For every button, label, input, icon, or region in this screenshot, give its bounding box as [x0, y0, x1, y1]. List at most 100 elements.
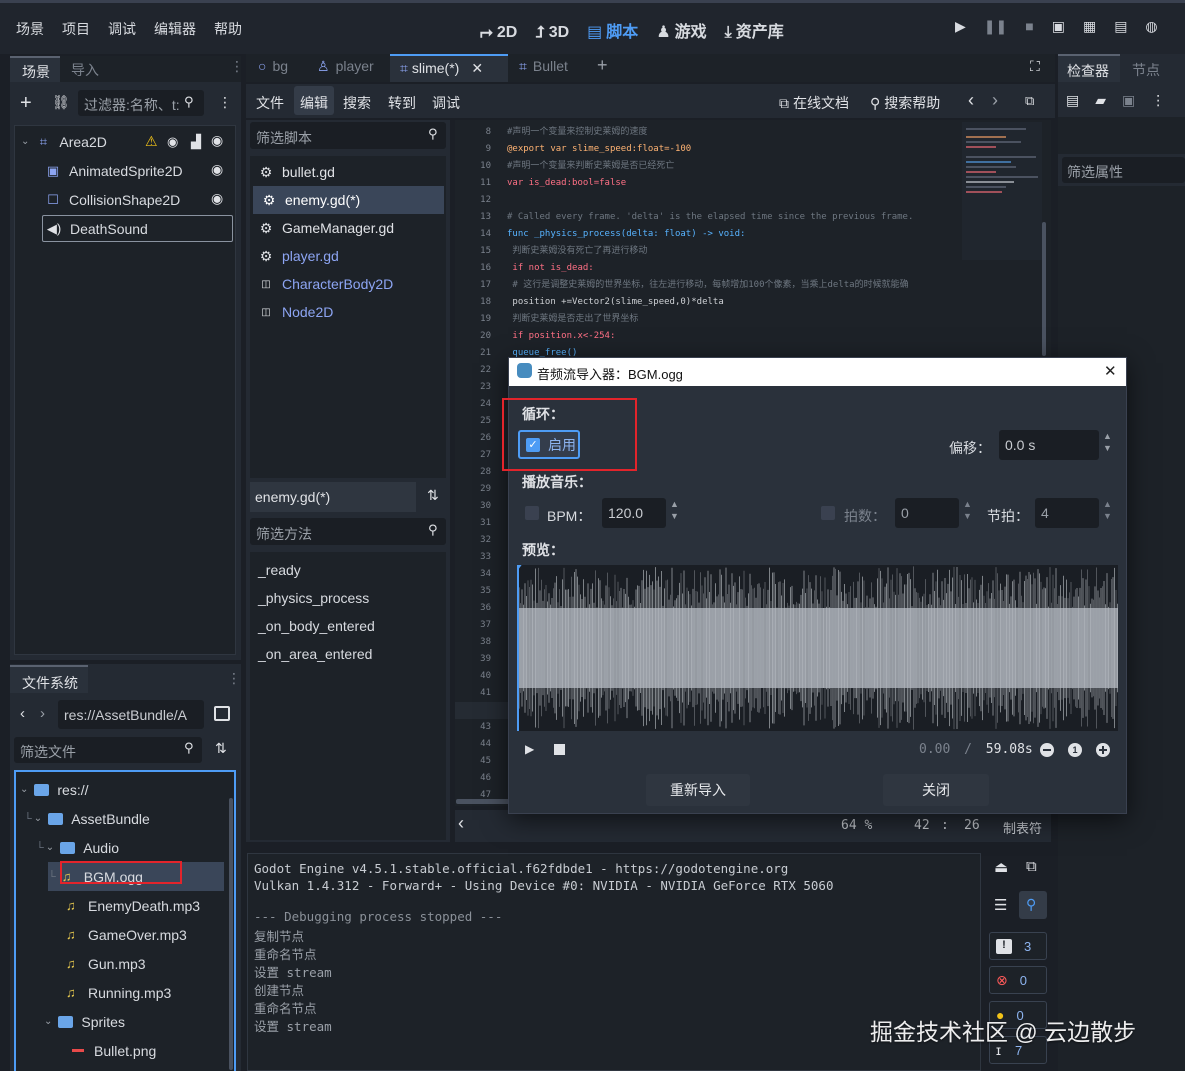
menu-editor[interactable]: 编辑器 — [154, 21, 196, 37]
clear-log-icon[interactable]: ⏏ — [994, 858, 1008, 876]
script-menu-debug[interactable]: 调试 — [432, 93, 460, 113]
method-physics-process[interactable]: _physics_process — [258, 590, 369, 606]
script-menu-file[interactable]: 文件 — [256, 93, 284, 113]
editor-tab-slime[interactable]: ⌗ slime(*) ✕ — [390, 54, 508, 82]
tab-scene[interactable]: 场景 — [10, 56, 60, 82]
sort-icon[interactable]: ⇅ — [427, 487, 439, 504]
tab-game[interactable]: ♟ 游戏 — [656, 18, 706, 42]
make-floating-icon[interactable]: ⧉ — [1025, 93, 1034, 109]
tree-node-animatedsprite2d[interactable]: ▣ AnimatedSprite2D ◉ — [15, 156, 235, 185]
editor-tab-bullet[interactable]: ⌗ Bullet — [519, 58, 568, 75]
script-menu-search[interactable]: 搜索 — [343, 93, 371, 113]
indent-mode[interactable]: 制表符 — [1003, 818, 1042, 837]
zoom-reset-icon[interactable]: 1 — [1068, 743, 1082, 757]
tab-assetlib[interactable]: ⤓ 资产库 — [725, 18, 784, 42]
zoom-in-icon[interactable] — [1096, 743, 1110, 757]
script-item-node2d[interactable]: ◫ Node2D — [250, 298, 446, 326]
waveform-preview[interactable] — [517, 565, 1118, 731]
reimport-button[interactable]: 重新导入 — [646, 774, 750, 806]
script-attached-icon[interactable]: ▟ — [191, 134, 201, 150]
scene-menu-icon[interactable]: ⋮ — [218, 94, 232, 111]
file-item-running[interactable]: ♫ Running.mp3 — [66, 978, 171, 1007]
beats-spinbox[interactable]: 0 — [895, 498, 959, 528]
collapse-arrow-icon[interactable]: ⌄ — [44, 1016, 52, 1027]
editor-tab-bg[interactable]: ○ bg — [258, 58, 288, 74]
script-menu-edit[interactable]: 编辑 — [294, 86, 334, 115]
zoom-level[interactable]: 64 % — [841, 818, 872, 833]
collapse-arrow-icon[interactable]: ⌄ — [21, 136, 29, 147]
playhead-marker[interactable] — [517, 565, 519, 731]
offset-spinbox[interactable]: 0.0 s — [999, 430, 1099, 460]
close-icon[interactable]: ✕ — [1104, 362, 1117, 380]
close-button[interactable]: 关闭 — [883, 774, 989, 806]
menu-scene[interactable]: 场景 — [16, 21, 44, 37]
error-count-button[interactable]: ⊗ 0 — [989, 966, 1047, 994]
tab-2d[interactable]: ⮣ 2D — [480, 24, 517, 42]
bar-spinbox[interactable]: 4 — [1035, 498, 1099, 528]
file-item-sprites[interactable]: ⌄ Sprites — [44, 1007, 125, 1036]
tab-import[interactable]: 导入 — [71, 60, 99, 80]
inspector-menu-icon[interactable]: ⋮ — [1151, 92, 1165, 109]
collapse-arrow-icon[interactable]: ⌄ — [46, 842, 54, 853]
code-scrollbar[interactable] — [1042, 222, 1046, 356]
filter-log-icon[interactable]: ⚲ — [1019, 891, 1047, 919]
method-on-area-entered[interactable]: _on_area_entered — [258, 646, 372, 662]
script-item-gamemanager[interactable]: ⚙ GameManager.gd — [250, 214, 446, 242]
file-item-enemydeath[interactable]: ♫ EnemyDeath.mp3 — [66, 891, 200, 920]
open-folder-icon[interactable]: ▰ — [1095, 92, 1106, 109]
bpm-checkbox[interactable] — [525, 506, 539, 520]
file-item-audio[interactable]: └ ⌄ Audio — [36, 833, 119, 862]
spin-arrows-icon[interactable]: ▲ ▼ — [963, 498, 972, 522]
script-item-characterbody2d[interactable]: ◫ CharacterBody2D — [250, 270, 446, 298]
collapse-arrow-icon[interactable]: ⌄ — [34, 813, 42, 824]
link-icon[interactable]: ⛓ — [52, 94, 70, 111]
path-input[interactable]: res://AssetBundle/A — [58, 700, 204, 729]
forward-icon[interactable]: › — [40, 705, 45, 722]
script-menu-goto[interactable]: 转到 — [388, 93, 416, 113]
tab-script[interactable]: ▤ 脚本 — [587, 18, 638, 42]
fs-menu-icon[interactable]: ⋮ — [227, 670, 241, 687]
script-item-enemy[interactable]: ⚙ enemy.gd(*) — [253, 186, 444, 214]
remote-icon[interactable]: ▣ — [1052, 18, 1065, 35]
dialog-title-bar[interactable]: 音频流导入器：BGM.ogg ✕ — [509, 358, 1126, 386]
dock-menu-icon[interactable]: ⋮ — [230, 58, 244, 75]
visibility-icon[interactable]: ◉ — [211, 191, 225, 205]
play-custom-icon[interactable]: ▤ — [1114, 18, 1127, 35]
play-scene-icon[interactable]: ▦ — [1083, 18, 1096, 35]
stop-icon[interactable]: ■ — [1025, 18, 1033, 35]
tab-inspector[interactable]: 检查器 — [1058, 54, 1120, 82]
method-filter-input[interactable]: 筛选方法 — [250, 518, 446, 545]
split-view-icon[interactable] — [214, 706, 230, 721]
visibility-icon[interactable]: ◉ — [211, 162, 225, 176]
movie-icon[interactable]: ◍ — [1145, 18, 1157, 35]
sort-icon[interactable]: ⇅ — [215, 740, 227, 757]
toggle-list-icon[interactable]: ‹ — [458, 813, 464, 834]
bpm-spinbox[interactable]: 120.0 — [602, 498, 666, 528]
preview-play-icon[interactable]: ▶ — [525, 742, 534, 756]
back-icon[interactable]: ‹ — [20, 705, 25, 722]
tree-node-deathsound[interactable]: ◀) DeathSound — [42, 215, 233, 242]
warning-icon[interactable]: ⚠ — [145, 133, 158, 150]
preview-stop-icon[interactable] — [554, 744, 565, 755]
file-item-res[interactable]: ⌄ res:// — [20, 775, 89, 804]
script-item-player[interactable]: ⚙ player.gd — [250, 242, 446, 270]
play-icon[interactable]: ▶ — [955, 18, 966, 35]
menu-help[interactable]: 帮助 — [214, 21, 242, 37]
signal-icon[interactable]: ◉ — [167, 134, 178, 150]
file-item-assetbundle[interactable]: └ ⌄ AssetBundle — [24, 804, 150, 833]
collapse-arrow-icon[interactable]: ⌄ — [20, 784, 28, 795]
editor-tab-player[interactable]: ♙ player — [317, 58, 374, 75]
new-resource-icon[interactable]: ▤ — [1066, 92, 1079, 109]
script-filter-input[interactable]: 筛选脚本 — [250, 122, 446, 149]
file-tree-scrollbar[interactable] — [229, 798, 233, 1070]
file-item-gameover[interactable]: ♫ GameOver.mp3 — [66, 920, 187, 949]
code-minimap[interactable] — [962, 122, 1042, 260]
method-ready[interactable]: _ready — [258, 562, 301, 578]
tree-node-collisionshape2d[interactable]: ☐ CollisionShape2D ◉ — [15, 185, 235, 214]
file-item-gun[interactable]: ♫ Gun.mp3 — [66, 949, 146, 978]
method-on-body-entered[interactable]: _on_body_entered — [258, 618, 375, 634]
save-icon[interactable]: ▣ — [1122, 92, 1135, 109]
spin-arrows-icon[interactable]: ▲ ▼ — [1103, 430, 1112, 454]
beats-checkbox[interactable] — [821, 506, 835, 520]
collapse-log-icon[interactable]: ☰ — [994, 896, 1007, 914]
